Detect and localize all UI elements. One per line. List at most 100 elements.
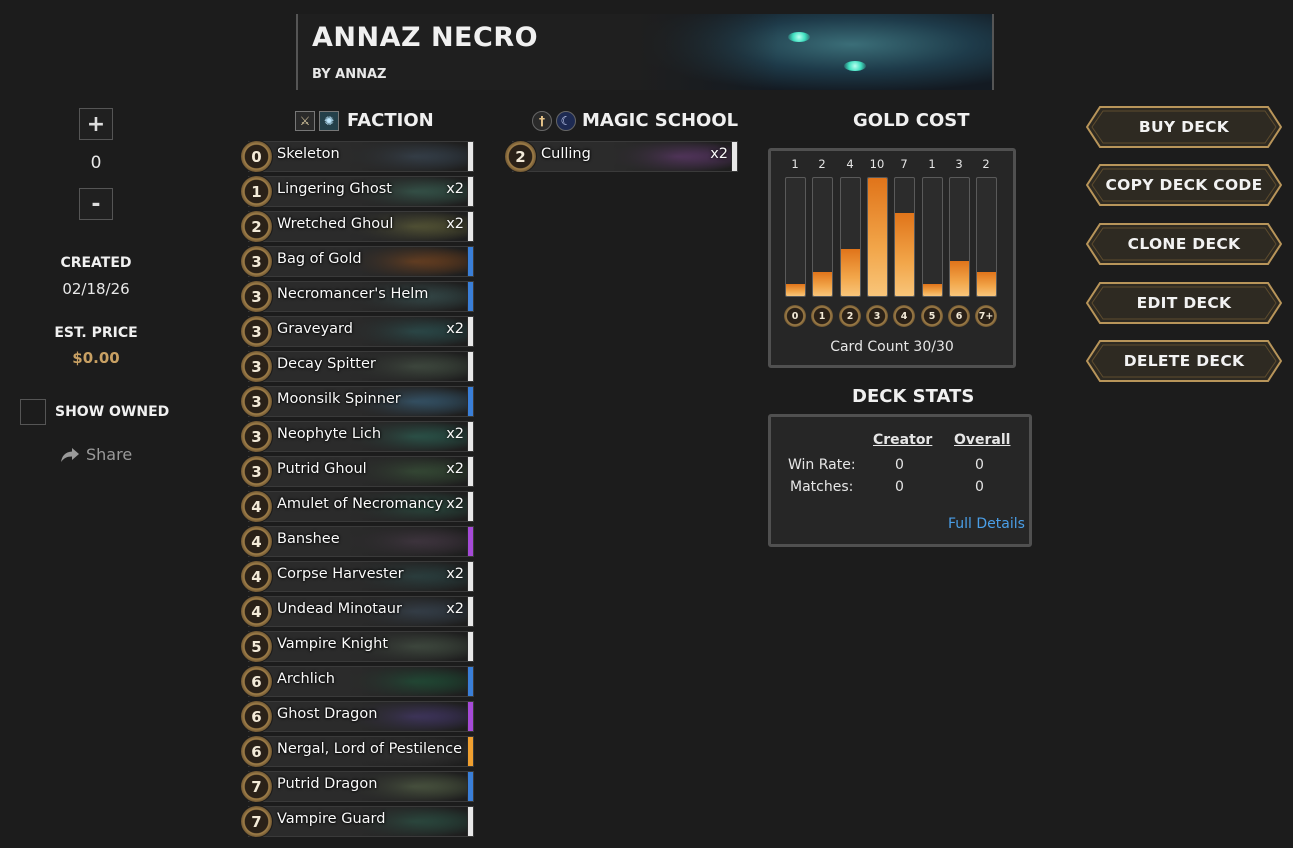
card-row[interactable]: 2 Culling x2 [504,139,740,174]
card-cost: 4 [240,525,273,558]
rarity-bar [468,387,473,416]
rarity-bar [468,247,473,276]
card-name: Vampire Guard [277,811,386,827]
buy-deck-button[interactable]: BUY DECK [1086,106,1282,148]
rarity-bar [468,632,473,661]
card-row[interactable]: 5 Vampire Knight [240,629,476,664]
card-row[interactable]: 3 Neophyte Lich x2 [240,419,476,454]
magic-school-card-list: 2 Culling x2 [504,139,740,174]
card-row[interactable]: 3 Moonsilk Spinner [240,384,476,419]
bar-count-label: 2 [818,157,826,171]
card-row[interactable]: 3 Putrid Ghoul x2 [240,454,476,489]
bar-track [894,177,915,297]
rarity-bar [468,772,473,801]
faction-title: ⚔ ✺ FACTION [295,110,434,131]
card-cost: 1 [240,175,273,208]
card-cost: 2 [504,140,537,173]
card-name: Skeleton [277,146,340,162]
card-row[interactable]: 6 Nergal, Lord of Pestilence [240,734,476,769]
show-owned-checkbox[interactable] [20,399,46,425]
copy-deck-code-label: COPY DECK CODE [1105,176,1263,194]
delete-deck-button[interactable]: DELETE DECK [1086,340,1282,382]
faction-title-label: FACTION [347,110,434,131]
cost-category-coin: 7+ [975,305,997,327]
card-row[interactable]: 7 Putrid Dragon [240,769,476,804]
edit-deck-button[interactable]: EDIT DECK [1086,282,1282,324]
clone-deck-button[interactable]: CLONE DECK [1086,223,1282,265]
card-count: x2 [710,146,728,162]
cost-category-coin: 2 [839,305,861,327]
bar-fill [950,261,969,296]
card-row[interactable]: 2 Wretched Ghoul x2 [240,209,476,244]
card-row[interactable]: 3 Necromancer's Helm [240,279,476,314]
card-cost: 3 [240,420,273,453]
magic-school-title-label: MAGIC SCHOOL [582,110,739,131]
card-row[interactable]: 3 Graveyard x2 [240,314,476,349]
card-name: Neophyte Lich [277,426,382,442]
bar-count-label: 4 [846,157,854,171]
price-label: EST. PRICE [54,325,138,341]
bar-fill [813,272,832,296]
card-row[interactable]: 6 Archlich [240,664,476,699]
card-name: Putrid Ghoul [277,461,367,477]
share-button[interactable]: Share [60,445,132,464]
card-name: Putrid Dragon [277,776,378,792]
card-name: Moonsilk Spinner [277,391,401,407]
matches-label: Matches: [790,479,854,495]
full-details-link[interactable]: Full Details [948,516,1025,532]
card-cost: 3 [240,455,273,488]
card-count: x2 [446,426,464,442]
card-row[interactable]: 4 Amulet of Necromancy x2 [240,489,476,524]
share-icon [61,447,79,462]
creator-header: Creator [873,432,933,448]
bar-count-label: 1 [928,157,936,171]
decrement-button[interactable]: - [79,188,113,220]
card-count-label: Card Count 30/30 [830,339,954,355]
card-row[interactable]: 6 Ghost Dragon [240,699,476,734]
buy-deck-label: BUY DECK [1138,118,1230,136]
rarity-bar [468,492,473,521]
card-row[interactable]: 4 Undead Minotaur x2 [240,594,476,629]
bar-fill [977,272,996,296]
cost-category-coin: 5 [921,305,943,327]
card-cost: 6 [240,665,273,698]
card-row[interactable]: 4 Corpse Harvester x2 [240,559,476,594]
clone-deck-label: CLONE DECK [1127,235,1241,253]
card-row[interactable]: 1 Lingering Ghost x2 [240,174,476,209]
spider-faction-icon: ✺ [319,110,339,131]
bar-track [922,177,943,297]
card-cost: 6 [240,700,273,733]
cost-category-coin: 6 [948,305,970,327]
card-cost: 3 [240,315,273,348]
win-rate-overall: 0 [975,457,984,473]
show-owned-label[interactable]: SHOW OWNED [55,404,169,420]
rarity-bar [468,212,473,241]
card-row[interactable]: 0 Skeleton [240,139,476,174]
card-art [347,667,467,696]
moon-school-icon: ☾ [556,110,576,131]
card-count: x2 [446,566,464,582]
deck-stats-title: DECK STATS [852,386,975,407]
rarity-bar [468,667,473,696]
rarity-bar [468,457,473,486]
copy-deck-code-button[interactable]: COPY DECK CODE [1086,164,1282,206]
card-row[interactable]: 3 Bag of Gold [240,244,476,279]
card-name: Bag of Gold [277,251,362,267]
card-name: Culling [541,146,591,162]
card-cost: 4 [240,560,273,593]
card-row[interactable]: 7 Vampire Guard [240,804,476,839]
rarity-bar [468,737,473,766]
card-name: Banshee [277,531,340,547]
bar-count-label: 1 [791,157,799,171]
card-count: x2 [446,321,464,337]
increment-button[interactable]: + [79,108,113,140]
card-row[interactable]: 4 Banshee [240,524,476,559]
card-row[interactable]: 3 Decay Spitter [240,349,476,384]
neutral-faction-icon: ⚔ [295,110,315,131]
rarity-bar [732,142,737,171]
delete-deck-label: DELETE DECK [1123,352,1245,370]
matches-creator: 0 [895,479,904,495]
magic-school-title: † ☾ MAGIC SCHOOL [532,110,738,131]
bar-track [867,177,888,297]
card-name: Wretched Ghoul [277,216,394,232]
